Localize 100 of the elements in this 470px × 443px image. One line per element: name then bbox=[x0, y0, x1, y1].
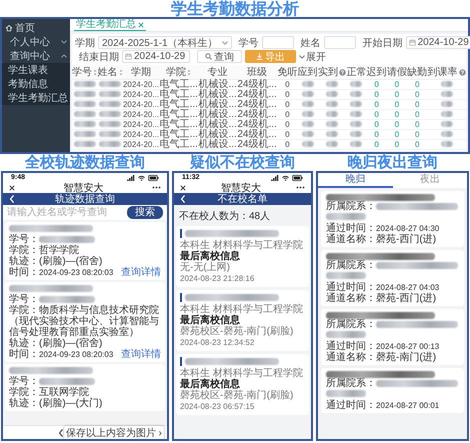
student-card[interactable]: 本科生 材料科学与工程学院 最后离校信息 磬苑校区-磬苑-南门(刷脸) 2024-08-23 06:57:15 bbox=[176, 354, 310, 415]
field-label: 学号： bbox=[9, 376, 39, 387]
column-label: 迟到 bbox=[366, 67, 387, 79]
table-cell: 24级机... bbox=[237, 140, 278, 150]
table-cell: 24级机... bbox=[237, 110, 278, 120]
student-card[interactable]: 本科生 材料科学与工程学院 最后离校信息 磬苑校区-磬苑-南门(刷脸) 2024-08-23 12:34:52 bbox=[176, 290, 310, 351]
field-label: 所属院系： bbox=[326, 378, 376, 390]
table-cell: 机械设... bbox=[198, 110, 238, 120]
table-cell: 0 bbox=[277, 120, 298, 130]
details-link[interactable]: 查询详情 bbox=[121, 349, 161, 360]
sidebar-label: 个人中心 bbox=[10, 36, 50, 49]
field-label: 学号： bbox=[9, 294, 39, 305]
input-field[interactable] bbox=[262, 36, 294, 49]
record-card[interactable]: 所属院系： 通过时间：2024-08-27 00:01 bbox=[321, 368, 464, 413]
field-label: 开始日期 bbox=[362, 36, 403, 50]
record-card[interactable]: 所属院系： 通过时间：2024-08-27 00:13 通道名称：磬苑-南门(进) bbox=[321, 309, 464, 365]
input-field[interactable] bbox=[324, 36, 356, 49]
column-header[interactable]: 学院 bbox=[159, 65, 198, 80]
column-header[interactable]: 姓名 bbox=[97, 65, 123, 80]
table-cell: 0 bbox=[366, 120, 387, 130]
table-cell: 机械设... bbox=[198, 90, 238, 100]
table-cell: 2024-20... bbox=[122, 140, 160, 150]
student-card[interactable]: 本科生 材料科学与工程学院 最后离校信息 无-无(上网) 2024-08-23 21:28:16 bbox=[176, 226, 310, 287]
table-cell: 0 bbox=[386, 100, 408, 110]
more-icon[interactable] bbox=[296, 186, 306, 189]
close-icon[interactable] bbox=[180, 184, 186, 190]
column-label: 学号 bbox=[72, 66, 92, 79]
field-label: 所属院系： bbox=[326, 260, 376, 272]
field-text: 轨迹：(刷脸)—(宿舍) bbox=[9, 338, 104, 349]
chevron-down-icon bbox=[299, 54, 305, 58]
date-field[interactable]: 2024-10-29 bbox=[122, 50, 190, 63]
field-text: 通道名称：磬苑-南门(进) bbox=[326, 352, 438, 363]
column-label: 学期 bbox=[131, 66, 151, 79]
record-card[interactable]: 所属院系： 通过时间：2024-08-27 04:03 通道名称：磬苑-西门(进) bbox=[321, 250, 464, 306]
record-card[interactable]: 学号： 学院：物质科学与信息技术研究院（现代实验技术中心、计算智能与信号处理教育部重点实验室） 轨迹：(刷脸)—(宿舍) 时间：2024-09-23 08:20:03 查询详情 bbox=[5, 282, 165, 362]
table-cell: 机械设... bbox=[198, 80, 238, 90]
details-link[interactable]: 查询详情 bbox=[121, 267, 161, 278]
accent-bar bbox=[180, 229, 182, 238]
field-text: 轨迹：(刷脸)—(大门) bbox=[9, 398, 104, 409]
blurred-text bbox=[326, 331, 366, 338]
table-cell: 0 bbox=[277, 110, 298, 120]
field-text: 学院：哲学学院 bbox=[9, 245, 79, 256]
table-cell: 0 bbox=[277, 100, 298, 110]
column-label: 专业 bbox=[208, 66, 228, 78]
leave-location: 磬苑校区-磬苑-南门(刷脸) bbox=[180, 390, 294, 401]
close-icon[interactable] bbox=[9, 184, 15, 190]
column-label: 缺勤 bbox=[407, 66, 428, 79]
wifi-icon bbox=[282, 174, 290, 180]
field-label: 结束日期 bbox=[79, 50, 119, 64]
sidebar-item[interactable]: 查询中心 bbox=[2, 49, 70, 63]
record-card[interactable]: 学号： 学院：哲学学院 轨迹：(刷脸)—(宿舍) 时间：2024-09-23 08:20:03 查询详情 bbox=[5, 222, 165, 280]
select-field[interactable]: 2024-2025-1-1（本科生） bbox=[98, 36, 232, 49]
table-cell: 0 bbox=[407, 100, 428, 110]
calendar-icon bbox=[408, 39, 416, 46]
table-cell: 2024-20... bbox=[122, 100, 160, 110]
tab[interactable]: 晚归 bbox=[318, 173, 393, 188]
section-label: 最后离校信息 bbox=[180, 251, 241, 262]
table-cell: 0 bbox=[277, 90, 298, 100]
more-icon[interactable] bbox=[152, 186, 161, 189]
table-cell: 电气工... bbox=[159, 130, 198, 140]
field-label: 所属院系： bbox=[326, 319, 376, 330]
table-cell: 0 bbox=[366, 80, 387, 90]
field-label: 学号 bbox=[238, 36, 259, 50]
section-title: 晚归夜出查询 bbox=[346, 154, 439, 171]
sidebar-item[interactable]: 首页 bbox=[2, 21, 70, 35]
student-program: 本科生 材料科学与工程学院 bbox=[180, 368, 304, 379]
section-title: 学生考勤数据分析 bbox=[170, 0, 300, 17]
section-label: 最后离校信息 bbox=[180, 379, 240, 390]
app-title: 智慧安大 bbox=[221, 182, 262, 194]
expand-link[interactable]: 展开 bbox=[299, 50, 326, 64]
save-image-hint[interactable]: 保存以上内容为图片 › bbox=[64, 426, 164, 439]
accent-bar bbox=[180, 293, 182, 302]
sidebar-item[interactable]: 学生课表 bbox=[2, 63, 70, 77]
sidebar-item[interactable]: 个人中心 bbox=[2, 35, 70, 49]
record-card[interactable]: 所属院系： 通过时间：2024-08-27 04:30 通道名称：磬苑-西门(进) bbox=[321, 191, 464, 247]
battery-icon bbox=[292, 174, 304, 180]
back-icon[interactable] bbox=[58, 428, 64, 436]
search-button[interactable]: 搜索 bbox=[127, 206, 163, 219]
date-field[interactable]: 2024-10-29 bbox=[406, 36, 470, 49]
search-button[interactable]: 查询 bbox=[197, 50, 242, 63]
field-text: 通道名称：磬苑-西门(进) bbox=[326, 234, 438, 245]
sidebar-item[interactable]: 学生考勤汇总 bbox=[2, 91, 70, 105]
search-bar[interactable]: 请输入姓名或学号查询 搜索 bbox=[3, 205, 167, 220]
column-label: 应到 bbox=[298, 66, 318, 79]
section-title: 疑似不在校查询 bbox=[189, 154, 296, 171]
table-cell: 电气工... bbox=[159, 140, 198, 150]
field-text: 学院：互联网学院 bbox=[9, 387, 89, 398]
table-cell: 2024-20... bbox=[122, 80, 160, 90]
column-header[interactable]: 学号 bbox=[72, 65, 98, 80]
table-cell: 电气工... bbox=[159, 80, 198, 90]
table-cell: 0 bbox=[386, 130, 408, 140]
sidebar-item[interactable]: 考勤信息 bbox=[2, 77, 70, 91]
record-card[interactable]: 学号： 学院：互联网学院 轨迹：(刷脸)—(大门) bbox=[5, 364, 165, 411]
table-cell: 2024-20... bbox=[122, 120, 160, 130]
table-cell: 机械设... bbox=[198, 120, 238, 130]
table-cell: 0 bbox=[386, 120, 408, 130]
leave-time: 2024-08-23 06:57:15 bbox=[180, 401, 256, 412]
column-label: 请假 bbox=[386, 66, 407, 79]
table-cell: 机械设... bbox=[198, 130, 238, 140]
field-label: 学号： bbox=[9, 234, 39, 245]
